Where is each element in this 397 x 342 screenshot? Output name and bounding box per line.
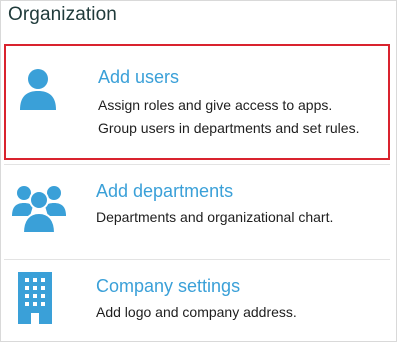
- company-settings-card[interactable]: Company settings Add logo and company ad…: [4, 259, 390, 339]
- add-users-card[interactable]: Add users Assign roles and give access t…: [4, 44, 390, 160]
- description-line: Departments and organizational chart.: [96, 209, 334, 225]
- description-line: Add logo and company address.: [96, 304, 297, 320]
- company-settings-title[interactable]: Company settings: [96, 276, 240, 297]
- add-departments-title[interactable]: Add departments: [96, 181, 233, 202]
- add-departments-description: Departments and organizational chart.: [96, 206, 333, 229]
- company-settings-description: Add logo and company address.: [96, 301, 297, 324]
- section-title: Organization: [8, 4, 117, 25]
- building-icon: [18, 272, 52, 324]
- description-line: Assign roles and give access to apps.: [98, 97, 333, 113]
- user-icon: [20, 69, 56, 110]
- users-group-icon: [12, 186, 66, 234]
- add-users-title[interactable]: Add users: [98, 67, 179, 88]
- description-line: Group users in departments and set rules…: [98, 120, 360, 136]
- add-departments-card[interactable]: Add departments Departments and organiza…: [4, 164, 390, 257]
- add-users-description: Assign roles and give access to apps. Gr…: [98, 94, 359, 140]
- organization-panel: Organization Add users Assign roles and …: [0, 0, 397, 342]
